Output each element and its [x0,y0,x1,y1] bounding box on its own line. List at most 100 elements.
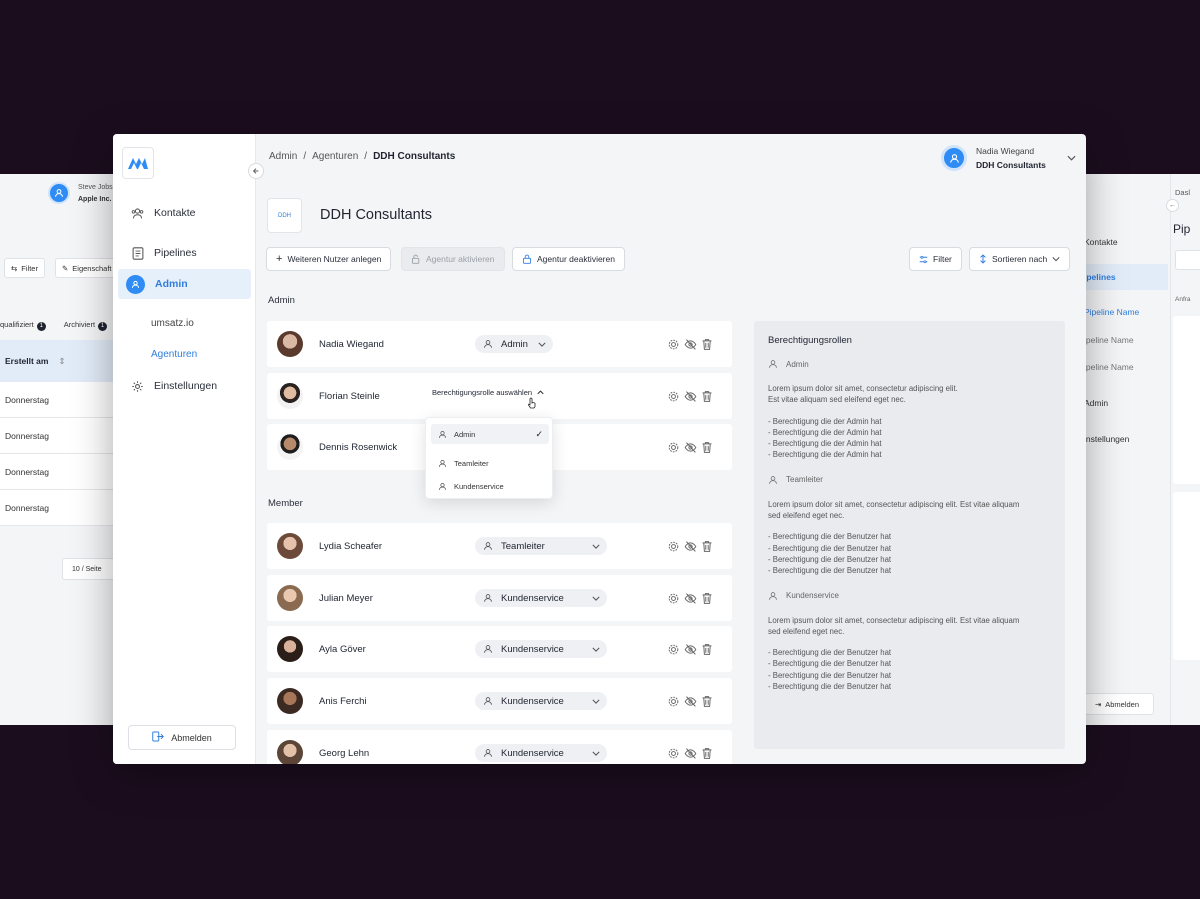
role-select[interactable]: Teamleiter [475,537,607,555]
eye-slash-icon[interactable] [684,390,697,403]
permissions-title: Berechtigungsrollen [768,335,852,346]
permission-role-name: Kundenservice [786,591,839,601]
breadcrumb-item[interactable]: Admin [269,151,297,162]
bg-filter-button[interactable]: ⇆ Filter [4,258,45,278]
user-icon [484,645,492,653]
trash-icon[interactable] [701,338,713,351]
breadcrumb-item[interactable]: Agenturen [312,151,358,162]
permission-item: - Berechtigung die der Benutzer hat [768,566,892,576]
user-menu[interactable]: Nadia Wiegand DDH Consultants [941,144,1076,172]
gear-icon[interactable] [667,441,680,454]
eye-slash-icon[interactable] [684,338,697,351]
sort-icon[interactable]: ⇕ [58,356,65,367]
user-row[interactable]: Georg Lehn Kundenservice [267,730,732,764]
bg-nav-pipeline-name[interactable]: ipeline Name [1080,362,1134,372]
sidebar-item-pipelines[interactable]: Pipelines [118,238,251,268]
plus-icon: + [276,253,283,265]
sidebar-item-settings[interactable]: Einstellungen [118,371,251,401]
filter-icon [919,255,928,263]
bg-tab-archived[interactable]: Archiviert 1 [64,320,108,331]
gear-icon[interactable] [667,747,680,760]
app-logo[interactable] [122,147,154,179]
bg-add-button[interactable] [1175,250,1200,270]
bg-properties-label: Eigenschaft [72,263,112,273]
role-option-kundenservice[interactable]: Kundenservice [431,476,549,496]
gear-icon[interactable] [667,338,680,351]
sort-label: Sortieren nach [992,254,1048,264]
user-row[interactable]: Lydia Scheafer Teamleiter [267,523,732,569]
gear-icon[interactable] [667,540,680,553]
description-line: sed eleifend eget nec. [768,626,845,636]
bg-tab-archived-count: 1 [98,322,108,331]
gear-icon[interactable] [667,695,680,708]
bg-pagination-select[interactable]: 10 / Seite [62,558,120,580]
eye-slash-icon[interactable] [684,747,697,760]
breadcrumb-separator: / [303,151,307,162]
sort-icon [980,254,986,264]
trash-icon[interactable] [701,441,713,454]
sidebar-subitem-agenturen[interactable]: Agenturen [151,349,197,360]
sidebar-item-admin[interactable]: Admin [118,269,251,299]
sort-button[interactable]: Sortieren nach [969,247,1071,271]
role-select[interactable]: Kundenservice [475,692,607,710]
eye-slash-icon[interactable] [684,643,697,656]
add-user-button[interactable]: + Weiteren Nutzer anlegen [266,247,392,271]
trash-icon[interactable] [701,695,713,708]
role-option-admin[interactable]: Admin ✓ [431,424,549,444]
collapse-sidebar-button[interactable] [248,163,264,179]
bg-filter-label: Filter [21,263,38,273]
bg-column-created[interactable]: Erstellt am [5,356,48,366]
bg-properties-button[interactable]: ✎ Eigenschaft [55,258,120,278]
trash-icon[interactable] [701,643,713,656]
bg-table-row[interactable]: Donnerstag [0,418,120,454]
bg-table-row[interactable]: Donnerstag [0,382,120,418]
bg-logout-button[interactable]: ⇥ Abmelden [1080,693,1154,715]
user-icon [439,459,446,467]
user-row[interactable]: Julian Meyer Kundenservice [267,575,732,621]
deactivate-agency-button[interactable]: Agentur deaktivieren [512,247,625,271]
bg-nav-pipeline-name-active[interactable]: Pipeline Name [1080,307,1139,317]
role-select[interactable]: Kundenservice [475,744,607,762]
eye-slash-icon[interactable] [684,695,697,708]
sidebar-item-label: Kontakte [154,207,196,219]
role-option-teamleiter[interactable]: Teamleiter [431,453,549,473]
gear-icon[interactable] [667,592,680,605]
eye-slash-icon[interactable] [684,540,697,553]
role-dropdown-header[interactable]: Berechtigungsrolle auswählen [432,388,544,397]
eye-slash-icon[interactable] [684,592,697,605]
role-select[interactable]: Kundenservice [475,589,607,607]
trash-icon[interactable] [701,540,713,553]
bg-nav-settings[interactable]: instellungen [1080,434,1129,444]
user-row[interactable]: Nadia Wiegand Admin [267,321,732,367]
permission-role-description: Lorem ipsum dolor sit amet, consectetur … [768,499,1051,522]
collapse-arrow-icon[interactable]: ← [1166,199,1179,212]
filter-button[interactable]: Filter [909,247,962,271]
role-select[interactable]: Kundenservice [475,640,607,658]
bg-tab-qualified[interactable]: qualifiziert 1 [0,320,46,331]
sidebar-item-contacts[interactable]: Kontakte [118,198,251,228]
bg-card[interactable] [1173,316,1200,484]
user-row[interactable]: Ayla Göver Kundenservice [267,626,732,672]
gear-icon[interactable] [667,390,680,403]
bg-table-row[interactable]: Donnerstag [0,454,120,490]
gear-icon[interactable] [667,643,680,656]
role-select-value: Kundenservice [501,643,564,655]
deactivate-agency-label: Agentur deaktivieren [537,254,615,264]
bg-content-column: Dasl Pip Anfra [1170,174,1200,725]
sidebar-subitem-umsatz[interactable]: umsatz.io [151,318,194,329]
role-select[interactable]: Admin [475,335,553,353]
bg-nav-pipeline-name[interactable]: ipeline Name [1080,335,1134,345]
bg-card[interactable] [1173,492,1200,660]
user-row[interactable]: Anis Ferchi Kundenservice [267,678,732,724]
logout-button[interactable]: Abmelden [128,725,236,750]
trash-icon[interactable] [701,592,713,605]
company-logo: DDH [267,198,302,233]
eye-slash-icon[interactable] [684,441,697,454]
bg-tab-qualified-count: 1 [36,322,46,331]
trash-icon[interactable] [701,747,713,760]
bg-user-name: Steve Jobs [78,184,113,191]
trash-icon[interactable] [701,390,713,403]
activate-agency-button[interactable]: Agentur aktivieren [401,247,505,271]
bg-table-row[interactable]: Donnerstag [0,490,120,526]
bg-nav-pipelines[interactable]: ipelines [1080,264,1168,290]
